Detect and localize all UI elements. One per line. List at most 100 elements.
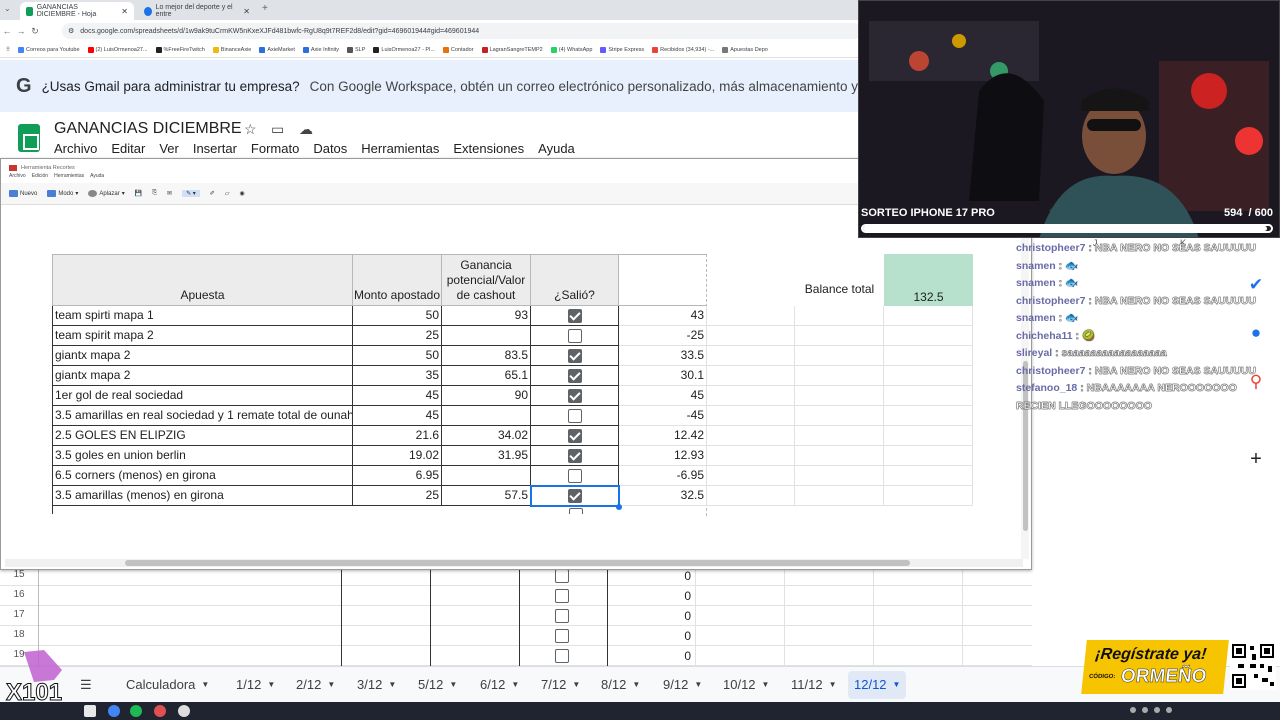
file-explorer-icon[interactable] (84, 705, 96, 717)
result-cell[interactable]: 30.1 (619, 366, 707, 386)
snip-menu-item[interactable]: Archivo (9, 173, 26, 183)
obs-icon[interactable] (154, 705, 166, 717)
row-number[interactable]: 17 (0, 609, 38, 620)
chevron-down-icon[interactable]: ▼ (388, 680, 396, 689)
empty-cell[interactable] (707, 446, 795, 466)
amount-cell[interactable] (342, 606, 431, 626)
eraser-icon[interactable]: ▱ (225, 190, 230, 197)
won-checkbox[interactable] (555, 589, 569, 603)
menu-archivo[interactable]: Archivo (54, 141, 97, 156)
chevron-down-icon[interactable]: ▼ (449, 680, 457, 689)
amount-cell[interactable]: 6.95 (353, 466, 442, 486)
empty-cell[interactable] (696, 586, 785, 606)
site-info-icon[interactable]: ⚙ (68, 27, 74, 35)
bookmark[interactable]: (2) LuisOrmenoa27... (87, 46, 148, 53)
bookmark[interactable]: Apuestas Depo (722, 46, 768, 53)
result-cell[interactable]: 0 (608, 646, 696, 666)
empty-cell[interactable] (884, 486, 973, 506)
bet-cell[interactable] (39, 606, 342, 626)
gain-cell[interactable]: 34.02 (442, 426, 531, 446)
snip-horizontal-scrollbar[interactable] (5, 559, 1023, 567)
won-checkbox[interactable] (555, 629, 569, 643)
amount-cell[interactable]: 50 (353, 346, 442, 366)
result-cell[interactable]: 12.93 (619, 446, 707, 466)
mode-button[interactable]: Modo ▾ (47, 190, 78, 197)
sheet-tab[interactable]: 9/12 ▼ (663, 677, 702, 692)
empty-cell[interactable] (785, 626, 874, 646)
spotify-icon[interactable] (130, 705, 142, 717)
amount-cell[interactable]: 19.02 (353, 446, 442, 466)
move-folder-icon[interactable]: ▭ (271, 121, 284, 138)
won-checkbox[interactable] (568, 429, 582, 443)
empty-cell[interactable] (874, 646, 963, 666)
result-cell[interactable]: 33.5 (619, 346, 707, 366)
close-tab-icon[interactable]: ✕ (243, 7, 250, 16)
snip-menu-item[interactable]: Edición (32, 173, 48, 183)
bookmark[interactable]: Correos para Youtube (18, 46, 80, 53)
gain-cell[interactable] (431, 626, 520, 646)
empty-cell[interactable] (795, 346, 884, 366)
chevron-down-icon[interactable]: ▼ (762, 680, 770, 689)
empty-cell[interactable] (707, 406, 795, 426)
all-sheets-icon[interactable]: ☰ (80, 677, 92, 693)
gain-cell[interactable]: 90 (442, 386, 531, 406)
document-title[interactable]: GANANCIAS DICIEMBRE (54, 120, 242, 138)
bet-cell[interactable] (39, 626, 342, 646)
gain-cell[interactable] (442, 466, 531, 486)
forward-icon[interactable]: → (14, 26, 28, 36)
bet-cell[interactable]: 2.5 GOLES EN ELIPZIG (52, 426, 353, 446)
sheet-tab[interactable]: 1/12 ▼ (236, 677, 275, 692)
gain-cell[interactable] (431, 646, 520, 666)
won-cell[interactable] (520, 586, 608, 606)
chrome-icon[interactable] (108, 705, 120, 717)
amount-cell[interactable]: 45 (353, 386, 442, 406)
won-cell[interactable] (531, 346, 619, 366)
sheet-tab[interactable]: 12/12 ▼ (848, 671, 907, 699)
sheet-tab[interactable]: 11/12 ▼ (791, 677, 837, 692)
chevron-down-icon[interactable]: ▼ (694, 680, 702, 689)
empty-cell[interactable] (884, 426, 973, 446)
gain-cell[interactable] (442, 406, 531, 426)
system-tray[interactable] (1130, 707, 1210, 715)
won-cell[interactable] (520, 646, 608, 666)
won-checkbox[interactable] (568, 349, 582, 363)
pen-icon[interactable]: ✎ ▾ (182, 190, 200, 197)
empty-cell[interactable] (884, 326, 973, 346)
empty-cell[interactable] (795, 466, 884, 486)
chevron-down-icon[interactable]: ▼ (327, 680, 335, 689)
chevron-down-icon[interactable]: ▼ (201, 680, 209, 689)
result-cell[interactable]: -25 (619, 326, 707, 346)
bookmark[interactable]: SLP (347, 46, 365, 53)
won-checkbox[interactable] (568, 449, 582, 463)
menu-herramientas[interactable]: Herramientas (361, 141, 439, 156)
gain-cell[interactable] (442, 326, 531, 346)
menu-ayuda[interactable]: Ayuda (538, 141, 575, 156)
empty-cell[interactable] (795, 326, 884, 346)
won-cell[interactable] (531, 406, 619, 426)
empty-cell[interactable] (707, 326, 795, 346)
menu-insertar[interactable]: Insertar (193, 141, 237, 156)
result-cell[interactable]: -45 (619, 406, 707, 426)
bookmark[interactable]: Recibidos (34,934) -... (652, 46, 714, 53)
bet-cell[interactable]: 3.5 goles en union berlin (52, 446, 353, 466)
won-checkbox[interactable] (568, 469, 582, 483)
bet-cell[interactable]: 3.5 amarillas en real sociedad y 1 remat… (52, 406, 353, 426)
result-cell[interactable]: 0 (608, 626, 696, 646)
tray-icon[interactable] (1142, 707, 1148, 713)
won-checkbox[interactable] (568, 389, 582, 403)
bet-cell[interactable]: 1er gol de real sociedad (52, 386, 353, 406)
delay-button[interactable]: Aplazar ▾ (88, 190, 125, 197)
bet-cell[interactable]: 3.5 amarillas (menos) en girona (52, 486, 353, 506)
won-checkbox[interactable] (568, 329, 582, 343)
won-cell[interactable] (520, 626, 608, 646)
won-cell[interactable] (531, 366, 619, 386)
won-checkbox[interactable] (568, 309, 582, 323)
empty-cell[interactable] (874, 606, 963, 626)
browser-tab[interactable]: Lo mejor del deporte y el entre ✕ (138, 2, 256, 20)
bookmark[interactable]: Contador (442, 46, 474, 53)
empty-cell[interactable] (707, 426, 795, 446)
menu-formato[interactable]: Formato (251, 141, 299, 156)
back-icon[interactable]: ← (0, 26, 14, 36)
empty-cell[interactable] (884, 306, 973, 326)
bookmark[interactable]: (4) WhatsApp (550, 46, 592, 53)
